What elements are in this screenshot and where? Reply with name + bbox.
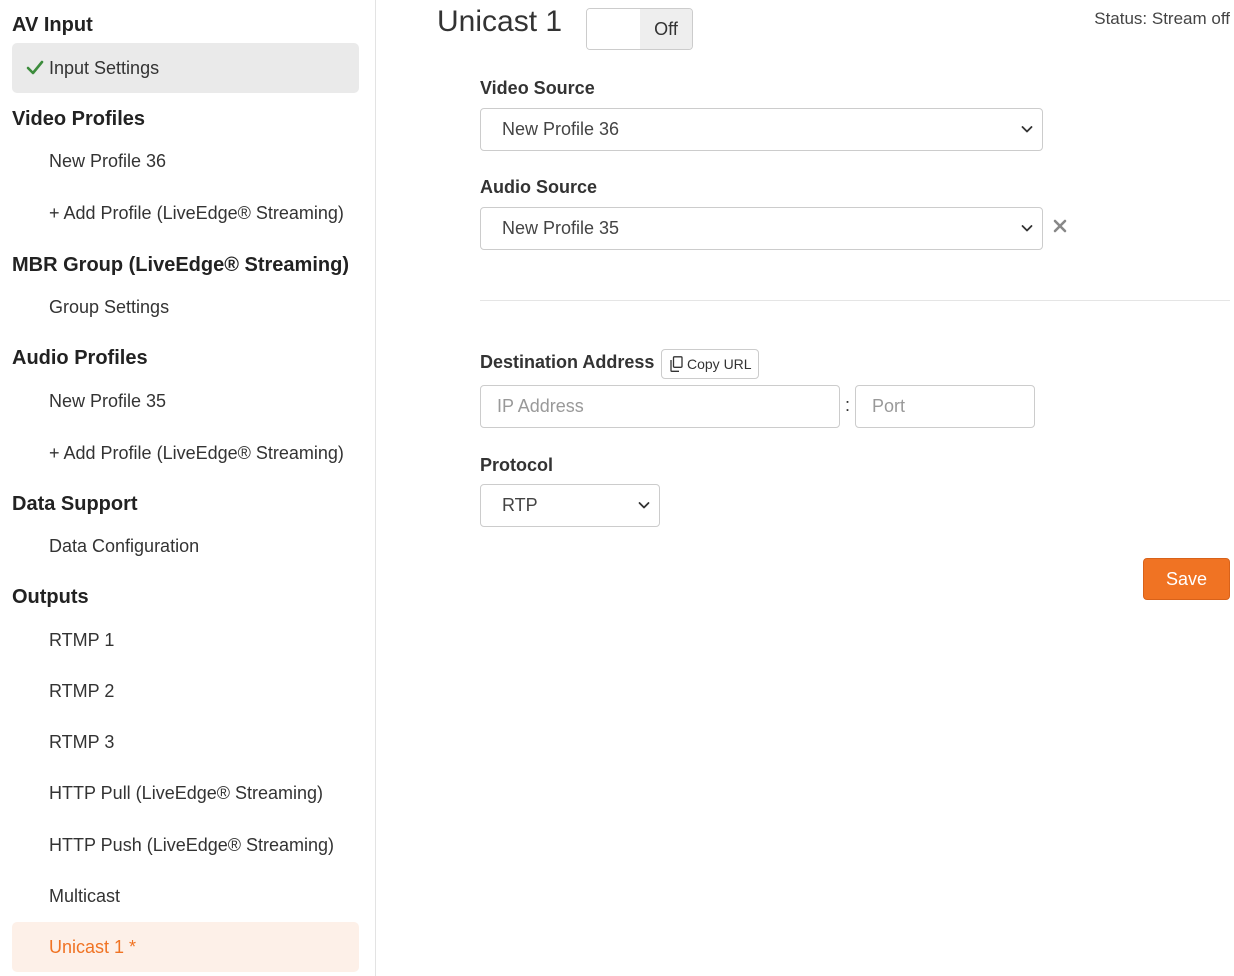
save-button[interactable]: Save bbox=[1143, 558, 1230, 600]
chevron-down-icon bbox=[638, 502, 650, 509]
sidebar-item-multicast[interactable]: Multicast bbox=[12, 871, 359, 921]
page-title: Unicast 1 bbox=[437, 5, 563, 38]
section-header-audio-profiles: Audio Profiles bbox=[12, 347, 148, 369]
protocol-label: Protocol bbox=[480, 455, 554, 475]
video-source-value: New Profile 36 bbox=[502, 119, 620, 139]
chevron-down-icon bbox=[1021, 225, 1033, 232]
address-port-separator: : bbox=[845, 395, 851, 415]
sidebar-item-add-video-profile[interactable]: + Add Profile (LiveEdge® Streaming) bbox=[12, 188, 359, 238]
protocol-value: RTP bbox=[502, 495, 538, 515]
video-source-select[interactable]: New Profile 36 bbox=[480, 108, 1043, 151]
close-icon[interactable] bbox=[1052, 218, 1068, 234]
copy-url-button[interactable]: Copy URL bbox=[661, 349, 759, 379]
sidebar-item-rtmp-1[interactable]: RTMP 1 bbox=[12, 615, 359, 665]
port-input[interactable] bbox=[855, 385, 1035, 428]
sidebar-item-input-settings[interactable]: Input Settings bbox=[12, 43, 359, 93]
section-header-mbr-group: MBR Group (LiveEdge® Streaming) bbox=[12, 254, 349, 276]
video-source-label: Video Source bbox=[480, 78, 595, 98]
checkmark-icon bbox=[26, 60, 44, 75]
section-divider bbox=[480, 300, 1230, 301]
sidebar-item-data-configuration[interactable]: Data Configuration bbox=[12, 521, 359, 571]
toggle-knob bbox=[587, 9, 640, 49]
sidebar-item-http-push[interactable]: HTTP Push (LiveEdge® Streaming) bbox=[12, 820, 359, 870]
section-header-outputs: Outputs bbox=[12, 586, 89, 608]
sidebar: AV Input Input Settings Video Profiles N… bbox=[0, 0, 376, 976]
sidebar-item-http-pull[interactable]: HTTP Pull (LiveEdge® Streaming) bbox=[12, 768, 359, 818]
protocol-select[interactable]: RTP bbox=[480, 484, 660, 527]
chevron-down-icon bbox=[1021, 126, 1033, 133]
toggle-state-label: Off bbox=[640, 9, 692, 49]
main-panel: Unicast 1 Off Status: Stream off Video S… bbox=[376, 0, 1234, 976]
sidebar-item-audio-profile[interactable]: New Profile 35 bbox=[12, 376, 359, 426]
section-header-data-support: Data Support bbox=[12, 493, 138, 515]
copy-url-label: Copy URL bbox=[687, 356, 752, 372]
section-header-av-input: AV Input bbox=[12, 14, 93, 36]
audio-source-select[interactable]: New Profile 35 bbox=[480, 207, 1043, 250]
sidebar-item-video-profile[interactable]: New Profile 36 bbox=[12, 136, 359, 186]
copy-icon bbox=[670, 356, 683, 372]
sidebar-item-add-audio-profile[interactable]: + Add Profile (LiveEdge® Streaming) bbox=[12, 428, 359, 478]
section-header-video-profiles: Video Profiles bbox=[12, 108, 146, 130]
sidebar-item-rtmp-2[interactable]: RTMP 2 bbox=[12, 666, 359, 716]
stream-toggle[interactable]: Off bbox=[586, 8, 693, 50]
sidebar-item-unicast-1[interactable]: Unicast 1 * bbox=[12, 922, 359, 972]
stream-status: Status: Stream off bbox=[1094, 9, 1230, 28]
sidebar-item-group-settings[interactable]: Group Settings bbox=[12, 282, 359, 332]
sidebar-item-label: Input Settings bbox=[49, 58, 160, 78]
ip-address-input[interactable] bbox=[480, 385, 840, 428]
audio-source-label: Audio Source bbox=[480, 177, 598, 197]
destination-address-label: Destination Address bbox=[480, 352, 655, 372]
sidebar-item-rtmp-3[interactable]: RTMP 3 bbox=[12, 717, 359, 767]
audio-source-value: New Profile 35 bbox=[502, 218, 620, 238]
